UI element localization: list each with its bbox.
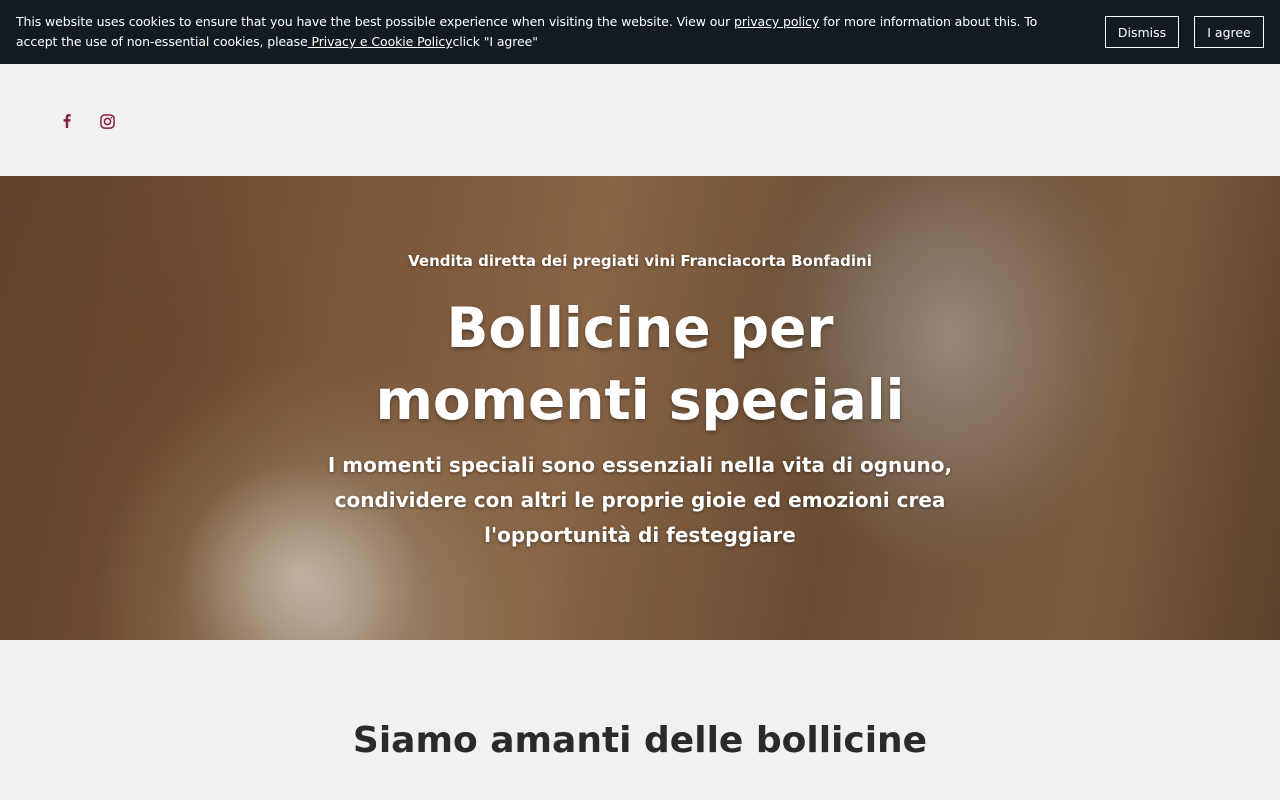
section-title: Siamo amanti delle bollicine — [352, 720, 928, 761]
hero-content: Vendita diretta dei pregiati vini Franci… — [0, 176, 1280, 640]
facebook-icon[interactable] — [57, 111, 77, 131]
cookie-banner-text: This website uses cookies to ensure that… — [16, 12, 1076, 52]
hero-kicker: Vendita diretta dei pregiati vini Franci… — [408, 252, 872, 270]
instagram-icon[interactable] — [97, 111, 117, 131]
agree-button[interactable]: I agree — [1194, 16, 1264, 48]
hero-title: Bollicine per momenti speciali — [375, 296, 905, 432]
cookie-banner: This website uses cookies to ensure that… — [0, 0, 1280, 64]
dismiss-button[interactable]: Dismiss — [1105, 16, 1179, 48]
hero-description: I momenti speciali sono essenziali nella… — [327, 453, 953, 547]
cookie-policy-link[interactable]: Privacy e Cookie Policy — [308, 34, 452, 49]
hero-section: Vendita diretta dei pregiati vini Franci… — [0, 176, 1280, 640]
cookie-text-intro: This website uses cookies to ensure that… — [16, 14, 734, 29]
cookie-text-end: click "I agree" — [452, 34, 538, 49]
site-header — [0, 64, 1280, 176]
about-section: Siamo amanti delle bollicine — [0, 640, 1280, 800]
privacy-policy-link[interactable]: privacy policy — [734, 14, 819, 29]
